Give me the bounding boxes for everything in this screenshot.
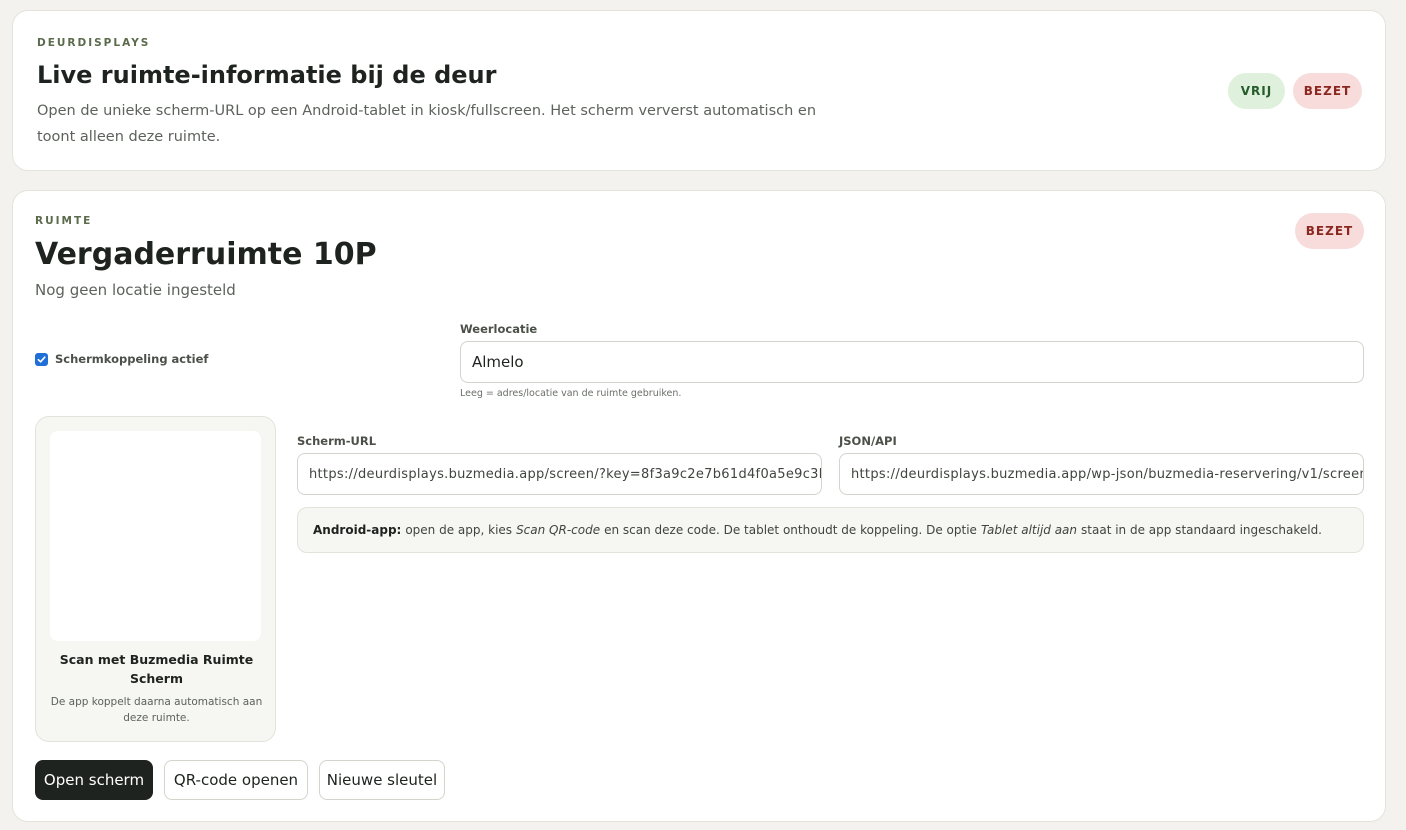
screen-link-toggle[interactable]: Schermkoppeling actief <box>35 352 208 366</box>
android-app-info: Android-app: open de app, kies Scan QR-c… <box>297 507 1364 553</box>
open-qr-button[interactable]: QR-code openen <box>164 760 308 800</box>
android-app-text-3: staat in de app standaard ingeschakeld. <box>1081 523 1322 537</box>
room-title: Vergaderruimte 10P <box>35 237 377 272</box>
screen-url-input[interactable]: https://deurdisplays.buzmedia.app/screen… <box>297 453 822 495</box>
android-app-em-1: Scan QR-code <box>516 523 601 537</box>
weather-location-hint: Leeg = adres/locatie van de ruimte gebru… <box>460 388 682 399</box>
weather-location-input[interactable]: Almelo <box>460 341 1364 383</box>
room-location: Nog geen locatie ingesteld <box>35 281 236 299</box>
android-app-text-2: en scan deze code. De tablet onthoudt de… <box>604 523 977 537</box>
room-card: RUIMTE Vergaderruimte 10P Nog geen locat… <box>12 190 1386 822</box>
screen-url-label: Scherm-URL <box>297 434 377 448</box>
intro-eyebrow: DEURDISPLAYS <box>37 37 151 49</box>
android-app-em-2: Tablet altijd aan <box>980 523 1078 537</box>
weather-location-label: Weerlocatie <box>460 322 538 336</box>
room-eyebrow: RUIMTE <box>35 215 93 227</box>
json-api-label: JSON/API <box>839 434 897 448</box>
status-badge-free: VRIJ <box>1228 73 1285 109</box>
screen-link-toggle-label: Schermkoppeling actief <box>55 352 209 366</box>
checkbox-checked-icon[interactable] <box>35 352 48 366</box>
open-screen-button[interactable]: Open scherm <box>35 760 153 800</box>
qr-panel: Scan met Buzmedia Ruimte Scherm De app k… <box>35 416 276 742</box>
android-app-text-1: open de app, kies <box>405 523 513 537</box>
qr-title: Scan met Buzmedia Ruimte Scherm <box>59 652 254 686</box>
qr-code[interactable] <box>50 431 261 641</box>
json-api-input[interactable]: https://deurdisplays.buzmedia.app/wp-jso… <box>839 453 1364 495</box>
status-badge-busy: BEZET <box>1293 73 1362 109</box>
qr-subtitle: De app koppelt daarna automatisch aan de… <box>50 696 263 724</box>
intro-description: Open de unieke scherm-URL op een Android… <box>37 103 817 145</box>
new-key-button[interactable]: Nieuwe sleutel <box>319 760 445 800</box>
android-app-lead: Android-app: <box>313 523 402 537</box>
intro-card: DEURDISPLAYS Live ruimte-informatie bij … <box>12 10 1386 171</box>
room-status-badge: BEZET <box>1295 213 1364 249</box>
intro-title: Live ruimte-informatie bij de deur <box>37 61 497 89</box>
